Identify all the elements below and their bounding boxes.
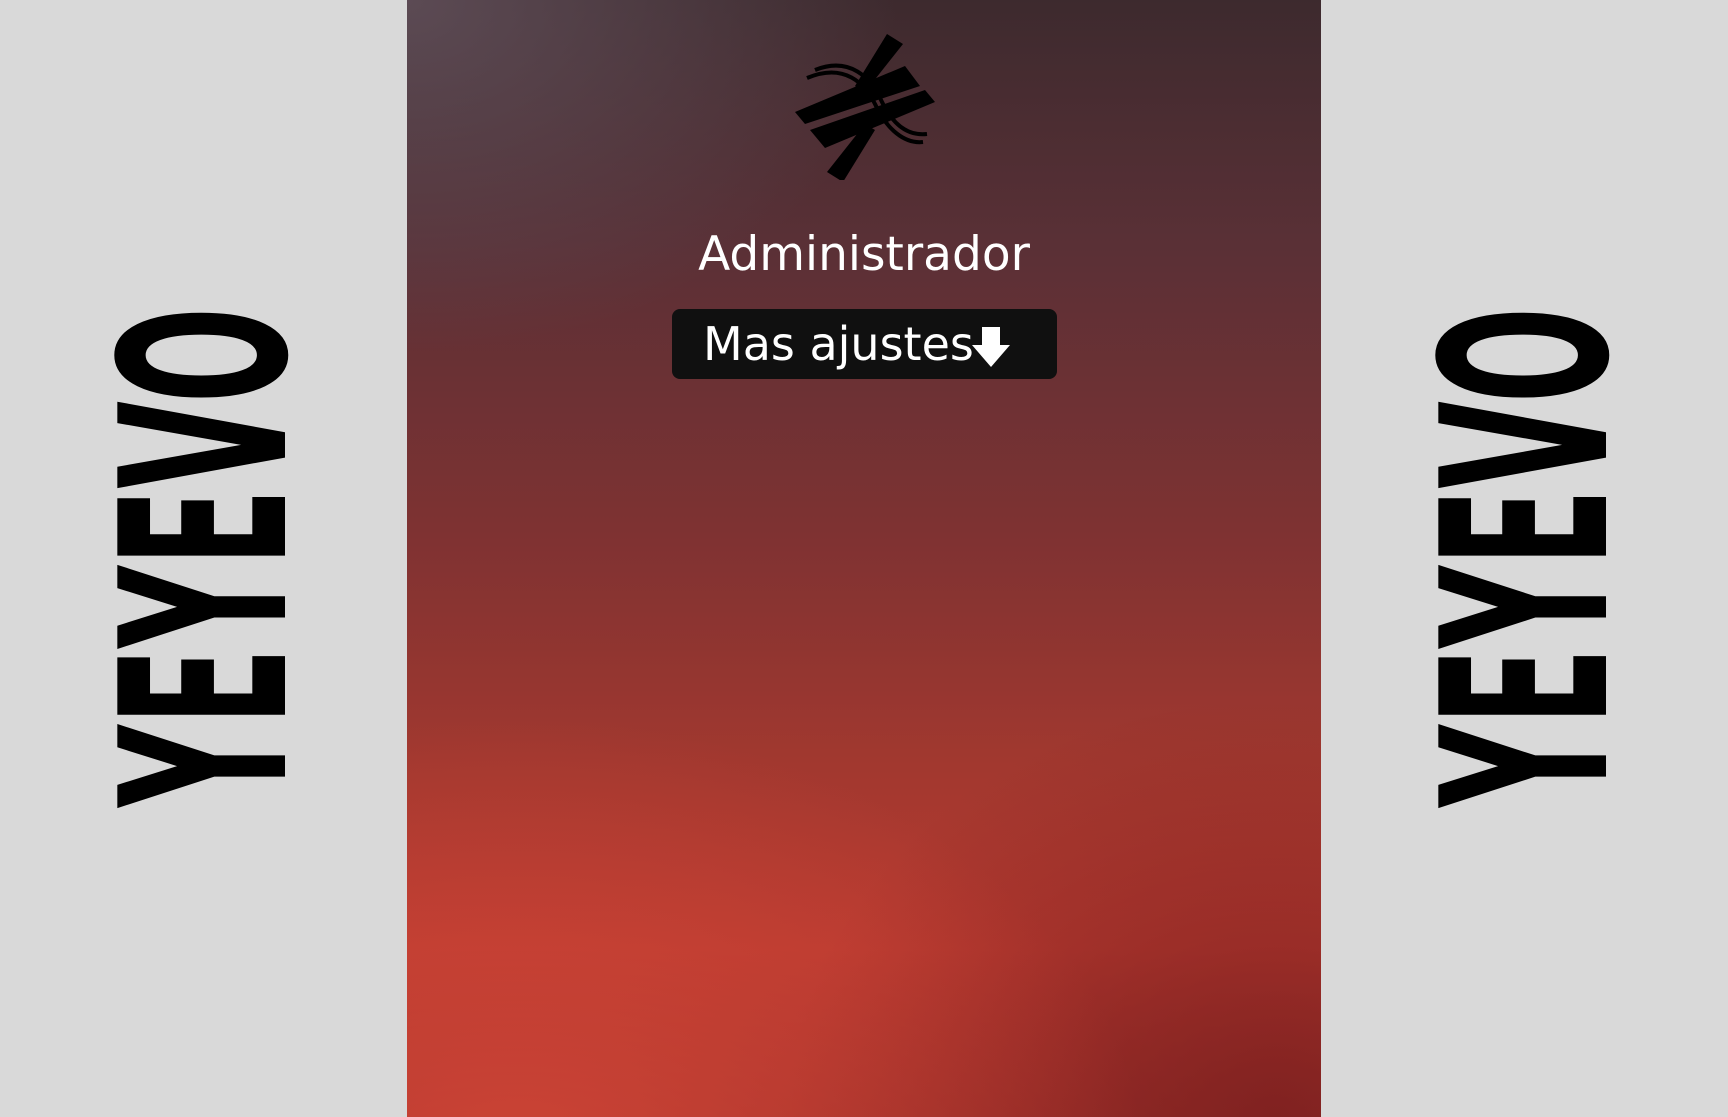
- more-settings-label: Mas ajustes: [703, 317, 974, 371]
- admin-panel: Administrador Mas ajustes: [407, 0, 1321, 1117]
- right-brand-logo: YEYEVO: [1394, 307, 1661, 808]
- x-star-logo-icon: [795, 34, 935, 180]
- right-brand-text: YEYEVO: [1394, 307, 1661, 808]
- left-brand-text: YEYEVO: [73, 307, 340, 808]
- arrow-down-icon: [972, 327, 1010, 367]
- panel-title: Administrador: [698, 227, 1030, 282]
- left-brand-logo: YEYEVO: [73, 307, 340, 808]
- more-settings-button[interactable]: Mas ajustes: [672, 309, 1057, 379]
- left-brand-column: YEYEVO: [0, 0, 407, 1117]
- right-brand-column: YEYEVO: [1321, 0, 1728, 1117]
